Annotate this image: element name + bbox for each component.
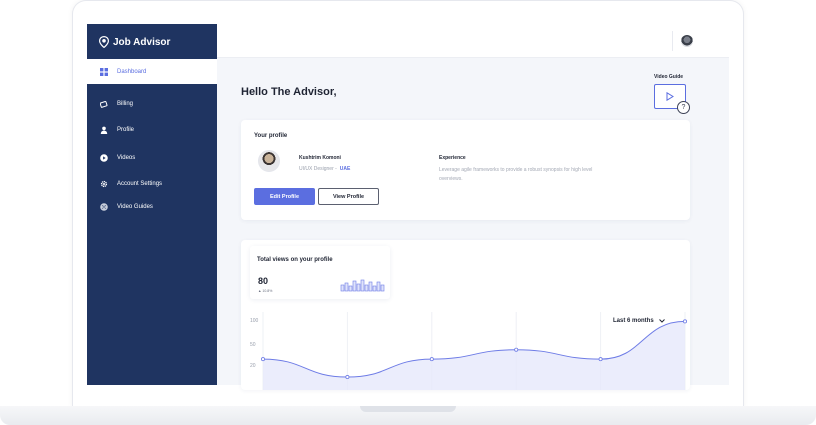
globe-icon: [100, 202, 108, 211]
chart-area-fill: [263, 321, 685, 390]
profile-location[interactable]: UAE: [340, 166, 351, 172]
sidebar-item-video-guides[interactable]: Video Guides: [87, 194, 217, 219]
y-tick-label: 50: [250, 342, 256, 348]
experience-title: Experience: [439, 155, 466, 161]
user-avatar[interactable]: [681, 35, 693, 47]
top-bar-divider: [672, 31, 673, 51]
profile-avatar: [258, 150, 280, 172]
sidebar-item-billing[interactable]: Billing: [87, 91, 217, 116]
sidebar-item-account-settings[interactable]: Account Settings: [87, 171, 217, 196]
edit-profile-button[interactable]: Edit Profile: [254, 188, 315, 205]
profile-card: Your profile Kushtrim Komoni UI/UX Desig…: [241, 120, 690, 220]
chart-point[interactable]: [514, 347, 519, 352]
help-icon[interactable]: ?: [677, 101, 690, 114]
top-bar: [217, 24, 729, 58]
sidebar-item-dashboard[interactable]: Dashboard: [87, 59, 217, 84]
views-card: Total views on your profile 80 ▲ 10.8% L…: [241, 240, 690, 390]
play-icon: [100, 153, 108, 162]
view-profile-button[interactable]: View Profile: [318, 188, 379, 205]
sidebar-nav: Dashboard Billing Profile Videos Account…: [87, 59, 217, 219]
profile-name: Kushtrim Komoni: [299, 155, 341, 161]
device-notch: [360, 406, 456, 412]
profile-card-title: Your profile: [254, 133, 288, 139]
sidebar-item-label: Dashboard: [117, 68, 147, 75]
sidebar: Job Advisor Dashboard Billing Profile Vi…: [87, 24, 217, 385]
experience-text: Leverage agile frameworks to provide a r…: [439, 167, 593, 182]
sidebar-item-label: Profile: [117, 126, 135, 133]
play-outline-icon: [666, 92, 674, 101]
brand-name: Job Advisor: [113, 36, 171, 48]
sidebar-item-label: Videos: [117, 154, 136, 161]
chart-point[interactable]: [682, 319, 687, 324]
location-pin-icon: [99, 36, 109, 48]
grid-icon: [100, 67, 108, 76]
chart-point[interactable]: [260, 357, 265, 362]
y-tick-label: 100: [250, 318, 259, 324]
chart-point[interactable]: [429, 357, 434, 362]
sidebar-item-profile[interactable]: Profile: [87, 117, 217, 142]
brand[interactable]: Job Advisor: [99, 34, 170, 50]
chart-point[interactable]: [598, 357, 603, 362]
sidebar-item-label: Video Guides: [117, 203, 153, 210]
page-title: Hello The Advisor,: [241, 86, 337, 98]
y-tick-label: 20: [250, 363, 256, 369]
profile-role: UI/UX Designer - UAE: [299, 166, 350, 172]
chart-point[interactable]: [345, 375, 350, 380]
sidebar-item-videos[interactable]: Videos: [87, 145, 217, 170]
sidebar-item-label: Account Settings: [117, 180, 163, 187]
user-icon: [100, 126, 108, 134]
views-chart: 100 50 20: [250, 312, 687, 390]
sidebar-item-label: Billing: [117, 100, 134, 107]
card-icon: [100, 100, 108, 108]
video-guide-label: Video Guide: [654, 74, 684, 80]
profile-role-text: UI/UX Designer -: [299, 166, 337, 172]
gear-icon: [100, 180, 108, 188]
